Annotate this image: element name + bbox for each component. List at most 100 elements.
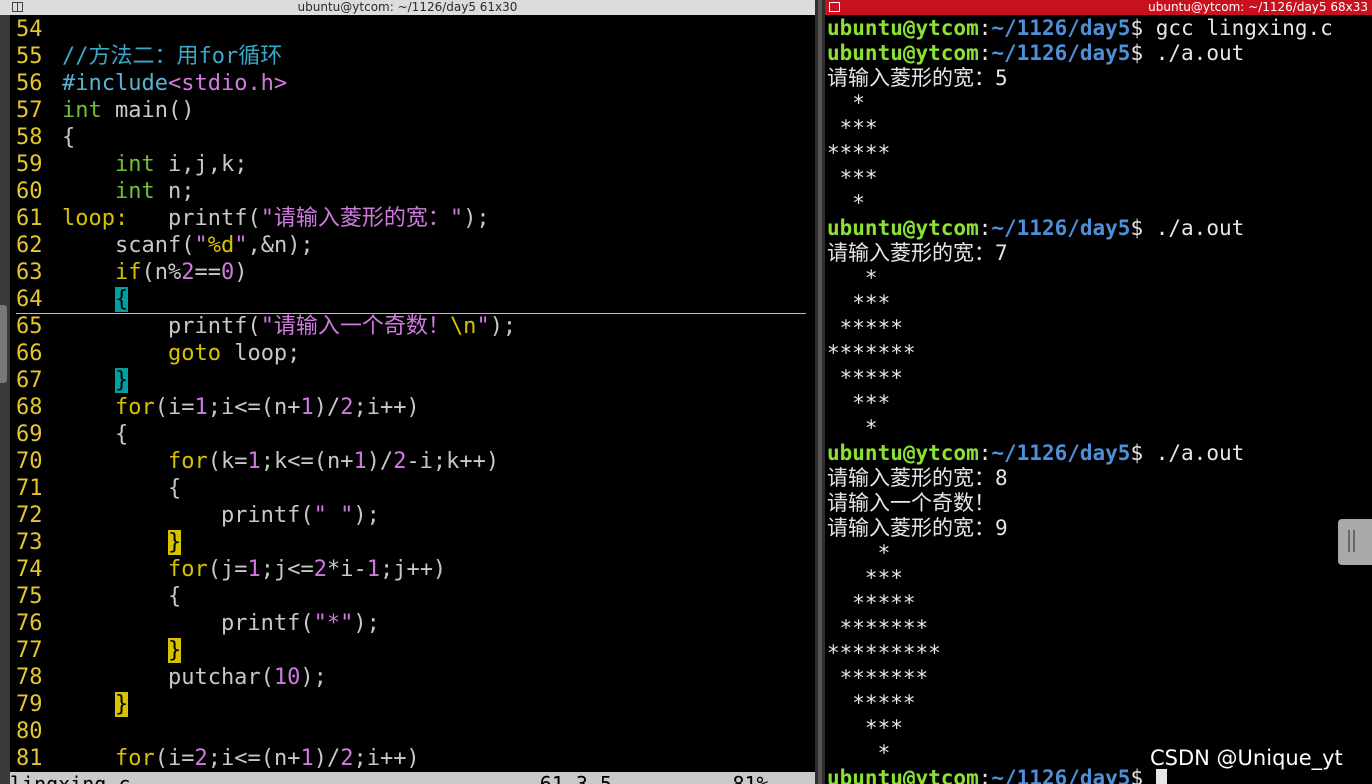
left-titlebar[interactable]: ubuntu@ytcom: ~/1126/day5 61x30: [0, 0, 815, 15]
code-line[interactable]: 66 goto loop;: [16, 340, 806, 367]
code-token: );: [353, 503, 380, 528]
code-line[interactable]: 55 //方法二：用for循环: [16, 43, 806, 70]
code-line[interactable]: 71 {: [16, 475, 806, 502]
code-line[interactable]: 64 {: [16, 286, 806, 314]
code-line[interactable]: 68 for(i=1;i<=(n+1)/2;i++): [16, 394, 806, 421]
output-line: 请输入菱形的宽：7: [827, 241, 1367, 266]
line-number: 55: [16, 44, 43, 69]
code-token: 2: [340, 746, 354, 770]
output-text: *******: [827, 616, 929, 640]
code-token: 2: [340, 395, 354, 420]
line-number: 67: [16, 368, 43, 393]
code-line[interactable]: 74 for(j=1;j<=2*i-1;j++): [16, 556, 806, 583]
code-token: ;i<=(n+: [207, 746, 301, 770]
code-token: 1: [247, 449, 261, 474]
code-token: ;i++): [353, 395, 420, 420]
line-number: 68: [16, 395, 43, 420]
prompt-path: ~/1126/day5: [991, 766, 1131, 784]
code-line[interactable]: 73 }: [16, 529, 806, 556]
line-number: 64: [16, 287, 43, 312]
vim-editor[interactable]: 54 55 //方法二：用for循环 56 #include<stdio.h> 57 int…: [16, 16, 806, 770]
code-token: goto: [167, 341, 221, 366]
prompt-symbol: $: [1130, 41, 1156, 65]
code-line[interactable]: 70 for(k=1;k<=(n+1)/2-i;k++): [16, 448, 806, 475]
code-line[interactable]: 79 }: [16, 691, 806, 718]
line-number: 65: [16, 314, 43, 339]
code-line[interactable]: 62 scanf("%d",&n);: [16, 232, 806, 259]
code-token: printf(: [62, 314, 261, 339]
line-number: 60: [16, 179, 43, 204]
code-token: )/: [313, 395, 341, 420]
output-text: *****: [827, 691, 916, 715]
code-line[interactable]: 77 }: [16, 637, 806, 664]
code-line[interactable]: 65 printf("请输入一个奇数！\n");: [16, 313, 806, 340]
code-line[interactable]: 61 loop: printf("请输入菱形的宽：");: [16, 205, 806, 232]
code-token: }: [114, 692, 129, 717]
code-line[interactable]: 56 #include<stdio.h>: [16, 70, 806, 97]
code-token: );: [489, 314, 517, 339]
terminal-cursor[interactable]: [1155, 769, 1167, 784]
output-text: 请输入菱形的宽：8: [827, 466, 1008, 490]
code-token: );: [463, 206, 490, 231]
line-number: 59: [16, 152, 43, 177]
code-token: *i-: [326, 557, 367, 582]
code-token: for: [167, 449, 208, 474]
output-line: 请输入菱形的宽：9: [827, 516, 1367, 541]
code-token: #include: [62, 71, 168, 96]
code-line[interactable]: 67 }: [16, 367, 806, 394]
vim-terminal-window[interactable]: ubuntu@ytcom: ~/1126/day5 61x30 54 55 //方法…: [0, 0, 815, 784]
output-text: ***: [827, 166, 878, 190]
code-line[interactable]: 81 for(i=2;i<=(n+1)/2;i++): [16, 745, 806, 770]
code-token: loop;: [220, 341, 301, 366]
code-line[interactable]: 69 {: [16, 421, 806, 448]
code-token: ": [234, 233, 248, 258]
scroll-handle[interactable]: [1338, 519, 1372, 565]
output-text: *******: [827, 666, 929, 690]
code-token: 1: [247, 557, 261, 582]
prompt-user: ubuntu@ytcom: [827, 41, 979, 65]
line-number: 80: [16, 719, 43, 744]
output-line: ***: [827, 716, 1367, 741]
code-line[interactable]: 76 printf("*");: [16, 610, 806, 637]
output-line: ***: [827, 566, 1367, 591]
left-edge-handle[interactable]: [0, 305, 7, 383]
code-token: <stdio.h>: [167, 71, 288, 96]
code-token: int: [114, 179, 155, 204]
line-number: 71: [16, 476, 43, 501]
left-window-title: ubuntu@ytcom: ~/1126/day5 61x30: [297, 0, 518, 14]
output-text: *: [827, 191, 865, 215]
code-token: "请输入一个奇数！: [260, 314, 450, 339]
pane-divider-bar[interactable]: [818, 0, 822, 784]
code-line[interactable]: 57 int main(): [16, 97, 806, 124]
code-token: ": [194, 233, 208, 258]
code-token: }: [167, 638, 182, 663]
code-line[interactable]: 75 {: [16, 583, 806, 610]
code-line[interactable]: 60 int n;: [16, 178, 806, 205]
code-line[interactable]: 78 putchar(10);: [16, 664, 806, 691]
code-token: -i;k++): [406, 449, 500, 474]
code-line[interactable]: 59 int i,j,k;: [16, 151, 806, 178]
line-number: 72: [16, 503, 43, 528]
code-token: printf(: [62, 611, 314, 636]
pane-divider[interactable]: [815, 0, 825, 784]
code-line[interactable]: 58 {: [16, 124, 806, 151]
output-text: *: [827, 541, 891, 565]
right-titlebar[interactable]: ubuntu@ytcom: ~/1126/day5 68x33: [825, 0, 1372, 15]
code-token: int: [114, 152, 155, 177]
code-token: {: [62, 476, 182, 501]
prompt-symbol: $: [1130, 216, 1156, 240]
output-text: 请输入菱形的宽：7: [827, 241, 1008, 265]
grip-line: [1353, 530, 1355, 552]
code-line[interactable]: 80: [16, 718, 806, 745]
output-line: ***: [827, 291, 1367, 316]
vim-statusline: lingxing.c 61,3-5 81%: [10, 772, 815, 784]
output-line: 请输入菱形的宽：8: [827, 466, 1367, 491]
output-line: *********: [827, 641, 1367, 666]
code-line[interactable]: 54: [16, 16, 806, 43]
code-token: for: [167, 557, 208, 582]
code-line[interactable]: 63 if(n%2==0): [16, 259, 806, 286]
output-line: *: [827, 266, 1367, 291]
shell-terminal[interactable]: ubuntu@ytcom:~/1126/day5$ gcc lingxing.c…: [827, 16, 1367, 784]
code-line[interactable]: 72 printf(" ");: [16, 502, 806, 529]
